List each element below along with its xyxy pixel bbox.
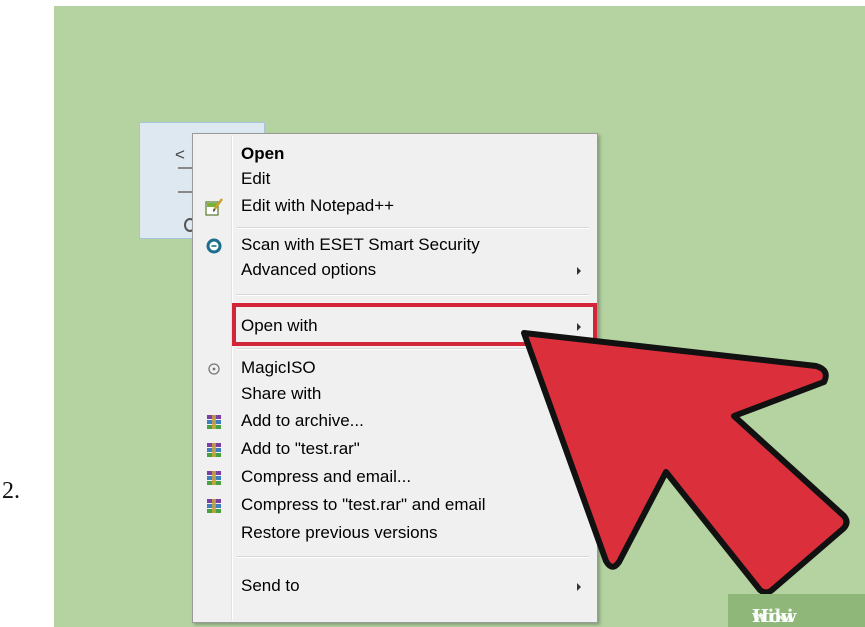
screenshot-panel: < Open Edit Edit with Notepad++ Scan wit… [54,6,865,627]
red-arrow-icon [521,330,850,596]
step-number: 2. [2,478,20,504]
watermark-how-text: How [752,606,797,627]
wikihow-watermark: wiki How [728,594,865,627]
